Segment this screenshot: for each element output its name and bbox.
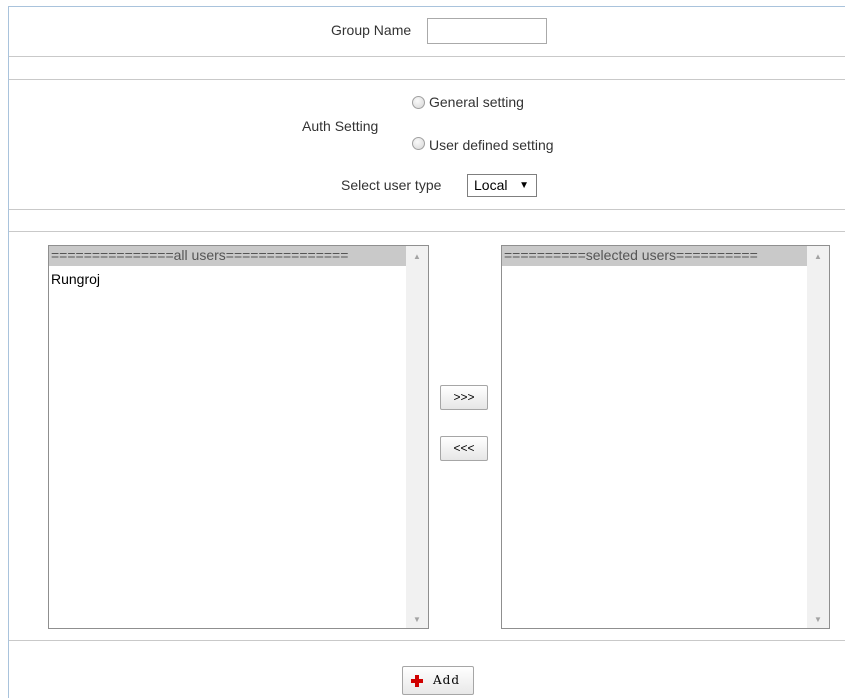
- scroll-down-icon[interactable]: ▼: [406, 615, 428, 624]
- move-right-button[interactable]: >>>: [440, 385, 488, 410]
- add-button[interactable]: Add: [402, 666, 474, 695]
- plus-icon: [411, 675, 423, 687]
- divider: [9, 56, 845, 57]
- scrollbar[interactable]: ▲ ▼: [807, 246, 829, 628]
- auth-setting-label: Auth Setting: [302, 118, 379, 134]
- scroll-up-icon[interactable]: ▲: [406, 252, 428, 261]
- divider: [9, 209, 845, 210]
- add-button-label: Add: [433, 673, 461, 687]
- user-type-value: Local: [474, 177, 508, 193]
- group-name-label: Group Name: [331, 22, 412, 38]
- all-users-header[interactable]: ===============all users===============: [49, 246, 407, 266]
- group-name-input[interactable]: [427, 18, 547, 44]
- user-type-select[interactable]: Local ▼: [467, 174, 537, 197]
- user-defined-setting-label: User defined setting: [429, 137, 554, 153]
- divider: [9, 640, 845, 641]
- divider: [9, 231, 845, 232]
- move-left-button[interactable]: <<<: [440, 436, 488, 461]
- general-setting-label: General setting: [429, 94, 524, 110]
- list-item[interactable]: Rungroj: [51, 271, 100, 287]
- user-type-label: Select user type: [341, 177, 442, 193]
- scroll-down-icon[interactable]: ▼: [807, 615, 829, 624]
- scrollbar[interactable]: ▲ ▼: [406, 246, 428, 628]
- divider: [9, 79, 845, 80]
- scroll-up-icon[interactable]: ▲: [807, 252, 829, 261]
- user-defined-setting-radio[interactable]: [412, 137, 425, 150]
- selected-users-listbox[interactable]: ==========selected users========== ▲ ▼: [501, 245, 830, 629]
- all-users-listbox[interactable]: ===============all users=============== …: [48, 245, 429, 629]
- general-setting-radio[interactable]: [412, 96, 425, 109]
- chevron-down-icon: ▼: [519, 180, 529, 191]
- selected-users-header[interactable]: ==========selected users==========: [502, 246, 808, 266]
